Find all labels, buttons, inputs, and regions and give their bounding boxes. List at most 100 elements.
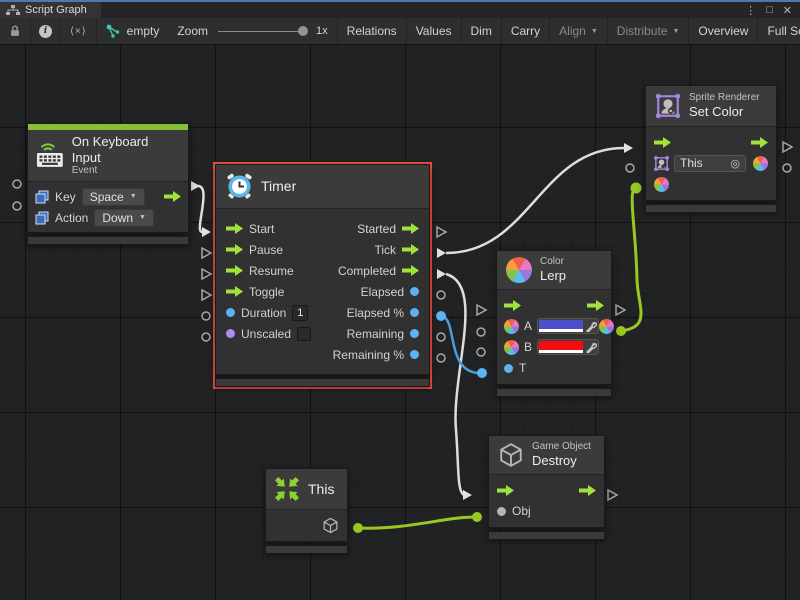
code-preview-button[interactable]: ⟨×⟩ [61, 18, 97, 44]
zoom-slider[interactable] [218, 31, 306, 32]
wire-keyboard-to-timer[interactable] [198, 186, 204, 232]
key-value: Space [90, 190, 124, 204]
lerp-a-port[interactable] [477, 328, 485, 336]
lerp-b-port[interactable] [477, 348, 485, 356]
node-color-lerp[interactable]: Color Lerp A [496, 250, 612, 397]
timer-start-port[interactable] [202, 227, 211, 237]
node-timer[interactable]: Timer Start Started [213, 162, 432, 389]
object-picker-icon[interactable]: ◎ [730, 157, 740, 170]
timer-toggle-port[interactable] [202, 290, 211, 300]
node-footer [27, 236, 189, 245]
value-port-dot [226, 308, 235, 317]
timer-duration-port[interactable] [202, 312, 210, 320]
destroy-obj-in-port[interactable] [472, 512, 482, 522]
unscaled-checkbox[interactable] [297, 327, 311, 341]
node-destroy[interactable]: Game Object Destroy Obj [488, 435, 605, 540]
node-category: Sprite Renderer [689, 92, 760, 104]
timer-resume-port[interactable] [202, 269, 211, 279]
script-graph-window: Script Graph ⋮ □ ✕ i ⟨×⟩ [0, 0, 800, 600]
graph-selection-indicator: empty [97, 18, 169, 44]
color-a-picker[interactable] [537, 318, 599, 334]
lerp-color-out-port[interactable] [616, 326, 626, 336]
node-title: Timer [261, 178, 296, 195]
node-subtitle: Event [72, 165, 180, 177]
color-a-swatch[interactable] [539, 320, 583, 332]
target-object-field[interactable]: This ◎ [674, 155, 746, 172]
wire-elapsed-to-t[interactable] [441, 316, 480, 373]
timer-unscaled-port[interactable] [202, 333, 210, 341]
lock-icon [8, 24, 22, 38]
info-button[interactable]: i [31, 18, 61, 44]
carry-label: Carry [511, 24, 540, 38]
relations-button[interactable]: Relations [337, 18, 407, 44]
eyedropper-icon[interactable] [585, 320, 597, 332]
wire-lerp-to-color[interactable] [621, 188, 641, 331]
wire-completed-to-destroy[interactable] [446, 274, 465, 495]
node-on-keyboard-input[interactable]: On Keyboard Input Event Key [27, 123, 189, 245]
timer-remaining-port[interactable] [437, 333, 445, 341]
node-set-color[interactable]: Sprite Renderer Set Color [645, 85, 777, 213]
lock-button[interactable] [0, 18, 31, 44]
graph-icon [6, 5, 20, 16]
port-label: Unscaled [241, 327, 291, 341]
flow-in-arrow [497, 485, 514, 496]
values-button[interactable]: Values [407, 18, 462, 44]
lerp-flow-in-port[interactable] [477, 305, 486, 315]
keyboard-output-port[interactable] [191, 181, 200, 191]
keyboard-key-port[interactable] [13, 180, 21, 188]
target-value: This [680, 156, 703, 170]
timer-elapsed-port[interactable] [437, 291, 445, 299]
align-dropdown-button[interactable]: Align ▼ [550, 18, 608, 44]
overview-button[interactable]: Overview [689, 18, 758, 44]
setcolor-target-out-port[interactable] [783, 164, 791, 172]
flow-in-arrow [226, 223, 243, 234]
this-out-port[interactable] [353, 523, 363, 533]
flow-in-arrow [226, 265, 243, 276]
window-menu-icon[interactable]: ⋮ [745, 4, 756, 17]
keyboard-action-port[interactable] [13, 202, 21, 210]
wire-this-to-obj[interactable] [358, 517, 475, 528]
setcolor-flow-out-port[interactable] [783, 142, 792, 152]
destroy-flow-in-port[interactable] [463, 490, 472, 500]
dim-button[interactable]: Dim [462, 18, 502, 44]
action-dropdown[interactable]: Down ▼ [94, 209, 154, 227]
flow-out-arrow [587, 300, 604, 311]
lerp-flow-out-port[interactable] [616, 305, 625, 315]
tab-script-graph[interactable]: Script Graph [0, 2, 101, 18]
lerp-t-in-port[interactable] [477, 368, 487, 378]
eyedropper-icon[interactable] [585, 341, 597, 353]
destroy-flow-out-port[interactable] [608, 490, 617, 500]
port-label: Resume [249, 264, 294, 278]
fullscreen-button[interactable]: Full Screen [758, 18, 800, 44]
setcolor-color-in-port[interactable] [631, 183, 642, 194]
timer-started-port[interactable] [437, 227, 446, 237]
code-icon: ⟨×⟩ [70, 26, 87, 37]
distribute-dropdown-button[interactable]: Distribute ▼ [608, 18, 690, 44]
chevron-down-icon: ▼ [591, 28, 598, 35]
key-dropdown[interactable]: Space ▼ [82, 188, 145, 206]
timer-completed-port[interactable] [437, 269, 446, 279]
flow-in-arrow [226, 286, 243, 297]
carry-button[interactable]: Carry [502, 18, 550, 44]
color-wheel-icon [753, 156, 768, 171]
timer-pause-port[interactable] [202, 248, 211, 258]
chevron-down-icon: ▼ [139, 214, 146, 221]
maximize-icon[interactable]: □ [766, 4, 773, 16]
graph-canvas[interactable]: On Keyboard Input Event Key [0, 45, 800, 600]
zoom-slider-knob[interactable] [298, 26, 308, 36]
setcolor-flow-in-port[interactable] [624, 143, 633, 153]
wire-tick-to-setcolor[interactable] [446, 148, 624, 253]
setcolor-target-port[interactable] [626, 164, 634, 172]
action-value: Down [102, 211, 133, 225]
duration-field[interactable]: 1 [292, 305, 308, 321]
color-b-swatch[interactable] [539, 341, 583, 353]
color-b-picker[interactable] [537, 339, 599, 355]
timer-elapsed-percent-port[interactable] [436, 311, 446, 321]
node-category: Color [540, 256, 566, 268]
key-label: Key [55, 190, 76, 204]
literal-icon [35, 211, 49, 225]
timer-tick-port[interactable] [437, 248, 446, 258]
node-this[interactable]: This [265, 468, 348, 554]
close-icon[interactable]: ✕ [783, 4, 792, 17]
timer-remaining-percent-port[interactable] [437, 354, 445, 362]
